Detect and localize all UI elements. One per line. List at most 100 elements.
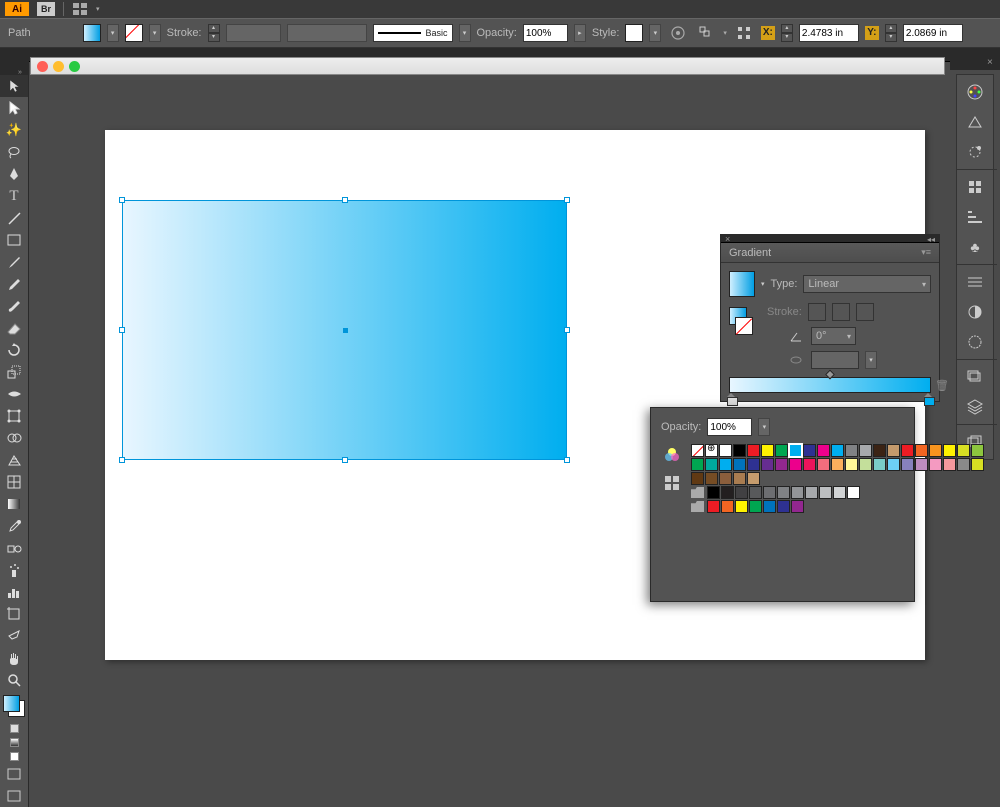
resize-handle-ne[interactable] (564, 197, 570, 203)
swatch-cell[interactable] (847, 486, 860, 499)
gradient-slider[interactable]: 🗑 (729, 377, 931, 393)
swatch-cell[interactable] (957, 444, 970, 457)
panel-close-icon[interactable]: × (725, 234, 730, 244)
magic-wand-tool[interactable]: ✨ (0, 119, 28, 141)
resize-handle-n[interactable] (342, 197, 348, 203)
swatch-cell[interactable] (763, 486, 776, 499)
shape-builder-tool[interactable] (0, 427, 28, 449)
swatch-cell[interactable] (775, 444, 788, 457)
swatch-cell[interactable] (915, 458, 928, 471)
swatch-cell[interactable] (707, 500, 720, 513)
selected-rectangle[interactable] (122, 200, 567, 460)
rotate-tool[interactable] (0, 339, 28, 361)
panel-collapse-icon[interactable]: ◂◂ (927, 235, 935, 244)
eyedropper-tool[interactable] (0, 515, 28, 537)
delete-stop-icon[interactable]: 🗑 (935, 379, 949, 392)
swatch-grid-icon[interactable] (661, 472, 683, 494)
gradient-tool[interactable] (0, 493, 28, 515)
swatch-cell[interactable] (747, 458, 760, 471)
type-tool[interactable]: T (0, 185, 28, 207)
swatch-cell[interactable] (721, 500, 734, 513)
resize-handle-sw[interactable] (119, 457, 125, 463)
stroke-align-across-button[interactable] (856, 303, 874, 321)
recolor-artwork-icon[interactable] (667, 22, 689, 44)
swatch-cell[interactable] (719, 472, 732, 485)
layers-panel-icon[interactable] (959, 364, 991, 390)
symbols-panel-icon[interactable] (959, 174, 991, 200)
swatch-cell[interactable] (833, 486, 846, 499)
mesh-tool[interactable] (0, 471, 28, 493)
graphic-style-swatch[interactable] (625, 24, 643, 42)
gradient-stop-right[interactable] (924, 393, 933, 404)
swatch-cell[interactable] (733, 444, 746, 457)
transparency-panel-icon[interactable] (959, 299, 991, 325)
swatch-cell[interactable] (887, 458, 900, 471)
swatch-cell[interactable] (845, 444, 858, 457)
gradient-preview-dropdown-icon[interactable]: ▾ (761, 280, 765, 288)
swatch-cell[interactable] (831, 458, 844, 471)
swatch-cell[interactable] (721, 486, 734, 499)
swatch-cell[interactable] (791, 500, 804, 513)
swatch-cell[interactable] (791, 486, 804, 499)
resize-handle-e[interactable] (564, 327, 570, 333)
swatch-cell[interactable] (705, 458, 718, 471)
gradient-panel-icon[interactable] (959, 329, 991, 355)
swatch-cell[interactable] (719, 458, 732, 471)
fill-swatch[interactable] (83, 24, 101, 42)
resize-handle-s[interactable] (342, 457, 348, 463)
stroke-align-along-button[interactable] (832, 303, 850, 321)
swatch-cell[interactable] (733, 458, 746, 471)
perspective-tool[interactable] (0, 449, 28, 471)
full-screen-mode[interactable] (0, 785, 28, 807)
swatch-cell[interactable] (971, 444, 984, 457)
resize-handle-nw[interactable] (119, 197, 125, 203)
y-input[interactable] (903, 24, 963, 42)
brushes-panel-icon[interactable] (959, 139, 991, 165)
swatch-cell[interactable] (705, 444, 718, 457)
color-mixer-icon[interactable] (661, 444, 683, 466)
swatch-cell[interactable] (873, 444, 886, 457)
swatch-cell[interactable] (735, 500, 748, 513)
swatch-cell[interactable] (705, 472, 718, 485)
eraser-tool[interactable] (0, 317, 28, 339)
line-tool[interactable] (0, 207, 28, 229)
column-graph-tool[interactable] (0, 581, 28, 603)
stroke-swatch[interactable] (125, 24, 143, 42)
swatch-cell[interactable] (691, 444, 704, 457)
none-mode[interactable] (0, 749, 28, 763)
swatch-cell[interactable] (817, 458, 830, 471)
swatch-cell[interactable] (915, 444, 928, 457)
swatch-cell[interactable] (747, 472, 760, 485)
free-transform-tool[interactable] (0, 405, 28, 427)
gradient-panel-strip[interactable]: × ◂◂ (721, 235, 939, 243)
swatch-folder-icon[interactable] (691, 487, 704, 498)
bridge-logo[interactable]: Br (37, 2, 55, 16)
symbol-sprayer-tool[interactable] (0, 559, 28, 581)
stroke-dropdown-icon[interactable]: ▾ (149, 24, 161, 42)
gradient-stop-left[interactable] (727, 393, 736, 404)
scale-tool[interactable] (0, 361, 28, 383)
pencil-tool[interactable] (0, 273, 28, 295)
gradient-type-select[interactable]: Linear (803, 275, 931, 293)
variable-width-profile-select[interactable] (287, 24, 367, 42)
hand-tool[interactable] (0, 647, 28, 669)
swatch-cell[interactable] (749, 500, 762, 513)
direct-selection-tool[interactable] (0, 97, 28, 119)
swatch-cell[interactable] (943, 444, 956, 457)
window-close-icon[interactable] (37, 61, 48, 72)
swatch-cell[interactable] (859, 444, 872, 457)
swatch-cell[interactable] (763, 500, 776, 513)
swatch-cell[interactable] (789, 458, 802, 471)
aspect-input[interactable] (811, 351, 859, 369)
swatch-cell[interactable] (803, 458, 816, 471)
swatch-cell[interactable] (887, 444, 900, 457)
align-icon[interactable] (695, 22, 717, 44)
gradient-mode[interactable] (0, 735, 28, 749)
swatch-cell[interactable] (943, 458, 956, 471)
aspect-dropdown-icon[interactable]: ▾ (865, 351, 877, 369)
swatch-cell[interactable] (831, 444, 844, 457)
color-mode[interactable] (0, 721, 28, 735)
graphic-styles-panel-icon[interactable] (959, 269, 991, 295)
stroke-weight-select[interactable] (226, 24, 281, 42)
swatch-cell[interactable] (817, 444, 830, 457)
